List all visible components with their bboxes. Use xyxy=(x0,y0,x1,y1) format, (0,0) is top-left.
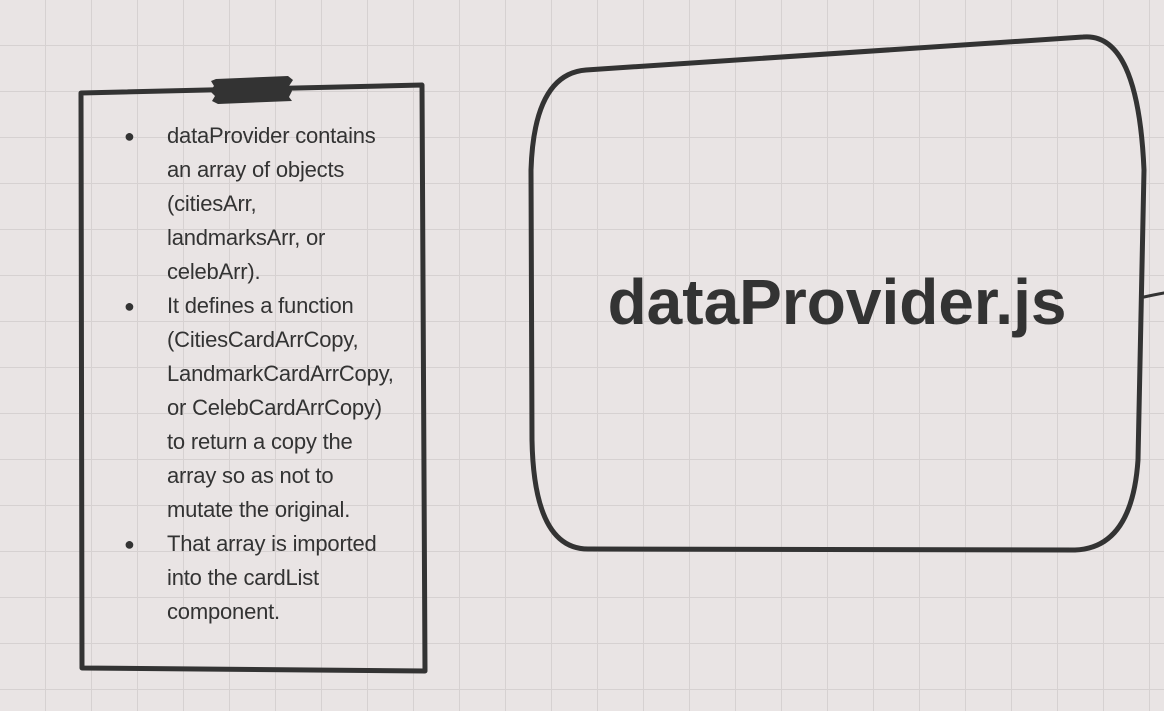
note-text-line: It defines a function xyxy=(167,293,354,318)
note-text-line: That array is imported xyxy=(167,531,377,556)
note-text-line: (CitiesCardArrCopy, xyxy=(167,327,359,352)
note-text-line: (citiesArr, xyxy=(167,191,257,216)
note-text-line: into the cardList xyxy=(167,565,319,590)
note-text-line: component. xyxy=(167,599,280,624)
note-text-line: dataProvider contains xyxy=(167,123,376,148)
node-title: dataProvider.js xyxy=(607,266,1067,338)
note-text-line: to return a copy the xyxy=(167,429,353,454)
note-bullet-item: ● dataProvider contains an array of obje… xyxy=(118,119,418,289)
note-text-line: or CelebCardArrCopy) xyxy=(167,395,382,420)
note-text-line: celebArr). xyxy=(167,259,261,284)
bullet-icon: ● xyxy=(124,126,135,146)
note-text-line: array so as not to xyxy=(167,463,334,488)
note-text-line: LandmarkCardArrCopy, xyxy=(167,361,394,386)
note-bullet-item: ● It defines a function (CitiesCardArrCo… xyxy=(118,289,418,527)
note-text-line: landmarksArr, or xyxy=(167,225,326,250)
tape-icon xyxy=(210,76,293,104)
note-bullet-item: ● That array is imported into the cardLi… xyxy=(118,527,418,629)
note-bullet-list: ● dataProvider contains an array of obje… xyxy=(118,119,418,629)
note-text-line: mutate the original. xyxy=(167,497,351,522)
connector-arrow[interactable] xyxy=(1142,291,1164,299)
bullet-icon: ● xyxy=(124,296,135,316)
bullet-icon: ● xyxy=(124,534,135,554)
note-text-line: an array of objects xyxy=(167,157,345,182)
